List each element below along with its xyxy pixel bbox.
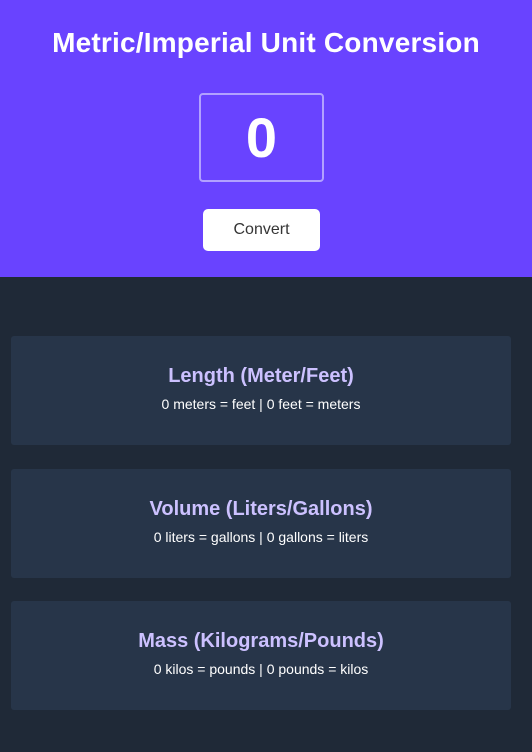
- length-card-result: 0 meters = feet | 0 feet = meters: [161, 396, 361, 412]
- header-section: Metric/Imperial Unit Conversion Convert: [0, 0, 532, 277]
- volume-card-result: 0 liters = gallons | 0 gallons = liters: [153, 529, 369, 545]
- mass-card: Mass (Kilograms/Pounds) 0 kilos = pounds…: [11, 601, 511, 710]
- mass-card-title: Mass (Kilograms/Pounds): [138, 630, 384, 652]
- mass-card-result: 0 kilos = pounds | 0 pounds = kilos: [153, 661, 369, 677]
- convert-button[interactable]: Convert: [203, 209, 320, 251]
- length-card: Length (Meter/Feet) 0 meters = feet | 0 …: [11, 336, 511, 445]
- page-title: Metric/Imperial Unit Conversion: [52, 27, 480, 58]
- value-input[interactable]: [199, 93, 324, 182]
- volume-card: Volume (Liters/Gallons) 0 liters = gallo…: [11, 469, 511, 578]
- volume-card-title: Volume (Liters/Gallons): [149, 498, 373, 520]
- length-card-title: Length (Meter/Feet): [168, 365, 354, 387]
